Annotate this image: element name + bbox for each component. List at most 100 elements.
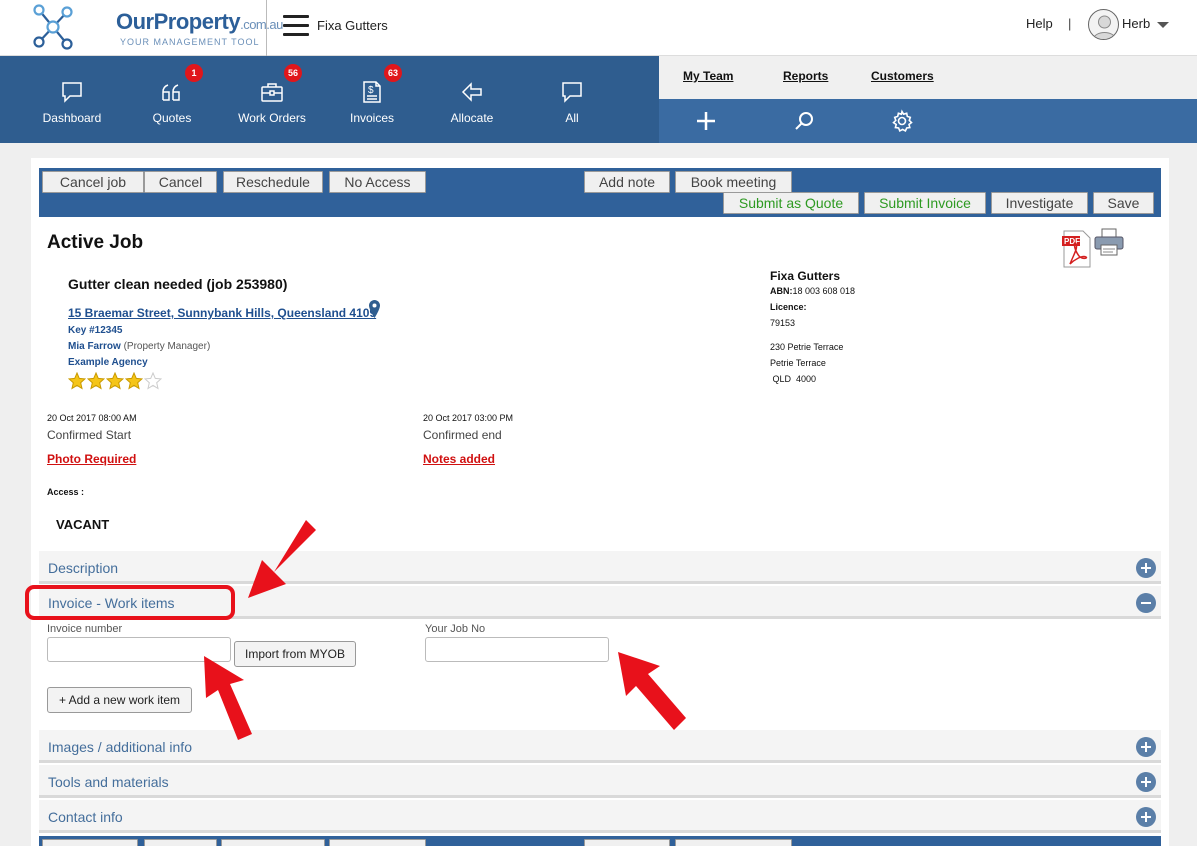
cancel-button-bottom[interactable] [144,839,217,846]
end-label: Confirmed end [423,428,502,442]
tools-materials-section[interactable]: Tools and materials [39,765,1161,798]
user-name[interactable]: Herb [1122,16,1150,31]
pdf-icon[interactable]: PDF [1062,230,1092,268]
company-title: Fixa Gutters [317,18,388,33]
plus-icon[interactable] [694,109,718,133]
expand-plus-icon[interactable] [1136,558,1156,578]
company-name: Fixa Gutters [770,269,841,283]
licence-label: Licence: [770,302,807,312]
book-meeting-button[interactable]: Book meeting [675,171,792,193]
annotation-arrow-icon [618,652,686,730]
nav-allocate[interactable]: Allocate [432,56,512,143]
invoice-number-label: Invoice number [47,623,123,635]
nav-label: Invoices [349,111,395,125]
quote-marks-icon [162,84,180,101]
manager-name[interactable]: Mia Farrow [68,341,121,352]
property-address-link[interactable]: 15 Braemar Street, Sunnybank Hills, Quee… [68,306,376,320]
logo-main-text: OurProperty [116,9,241,34]
submit-invoice-button[interactable]: Submit Invoice [864,192,986,214]
start-label: Confirmed Start [47,428,132,442]
map-pin-icon[interactable] [369,300,380,318]
printer-icon[interactable] [1094,228,1124,256]
annotation-highlight-ring [25,585,235,620]
submit-as-quote-button[interactable]: Submit as Quote [723,192,859,214]
work-orders-badge: 56 [284,64,303,82]
reschedule-button[interactable]: Reschedule [223,171,323,193]
hamburger-menu-icon[interactable] [283,15,309,37]
no-access-button-bottom[interactable] [329,839,426,846]
logo-domain-text: .com.au [240,17,283,32]
quotes-badge: 1 [185,64,203,82]
secondary-nav: My Team Reports Customers [659,56,1197,99]
gear-icon[interactable] [890,109,914,133]
user-avatar-icon[interactable] [1088,9,1119,40]
notes-added-link[interactable]: Notes added [423,452,495,466]
chat-bubble-icon [62,82,82,103]
invoices-badge: 63 [384,64,403,82]
header-divider [266,0,267,56]
description-section[interactable]: Description [39,551,1161,584]
bottom-action-bar [39,836,1161,846]
nav-label: All [565,111,579,125]
nav-label: Work Orders [238,111,306,125]
annotation-arrow-icon [204,656,252,740]
help-link[interactable]: Help [1026,16,1053,31]
manager-role: (Property Manager) [123,341,211,352]
add-work-item-button[interactable]: + Add a new work item [47,687,192,713]
svg-text:PDF: PDF [1064,237,1080,246]
star-filled-icon [106,372,124,390]
reports-link[interactable]: Reports [783,69,828,83]
licence-number: 79153 [770,318,796,328]
page-title: Active Job [47,232,144,253]
cancel-button[interactable]: Cancel [144,171,217,193]
rating-stars [68,372,163,390]
nav-invoices[interactable]: $ 63 Invoices [332,56,412,143]
expand-plus-icon[interactable] [1136,807,1156,827]
photo-required-link[interactable]: Photo Required [47,452,136,466]
agency-name: Example Agency [68,357,148,368]
chevron-down-icon[interactable] [1157,22,1169,28]
reschedule-button-bottom[interactable] [221,839,325,846]
cancel-job-button[interactable]: Cancel job [42,171,144,193]
star-filled-icon [125,372,143,390]
cancel-job-button-bottom[interactable] [42,839,138,846]
arrow-left-icon [461,82,482,102]
search-icon[interactable] [792,109,816,133]
star-empty-icon [144,372,162,390]
nav-label: Allocate [450,111,494,125]
invoice-icon: $ [363,81,381,103]
customers-link[interactable]: Customers [871,69,934,83]
expand-plus-icon[interactable] [1136,737,1156,757]
ourproperty-logo[interactable]: OurProperty.com.au YOUR MANAGEMENT TOOL [30,3,283,53]
job-action-bar: Cancel job Cancel Reschedule No Access A… [39,168,1161,217]
annotation-arrow-icon [248,520,316,598]
nav-dashboard[interactable]: Dashboard [32,56,112,143]
my-team-link[interactable]: My Team [683,69,733,83]
access-label: Access : [47,487,85,497]
property-manager: Mia Farrow (Property Manager) [68,341,210,352]
star-filled-icon [68,372,86,390]
expand-plus-icon[interactable] [1136,772,1156,792]
section-title: Tools and materials [48,774,169,790]
contact-info-section[interactable]: Contact info [39,800,1161,833]
tool-bar [659,99,1197,143]
company-address-line2: Petrie Terrace [770,358,826,368]
nav-quotes[interactable]: 1 Quotes [132,56,212,143]
start-datetime: 20 Oct 2017 08:00 AM [47,413,137,423]
save-button[interactable]: Save [1093,192,1154,214]
investigate-button[interactable]: Investigate [991,192,1088,214]
nav-all[interactable]: All [532,56,612,143]
section-title: Description [48,560,119,576]
book-meeting-button-bottom[interactable] [675,839,792,846]
no-access-button[interactable]: No Access [329,171,426,193]
job-number-label: Your Job No [425,623,486,635]
collapse-minus-icon[interactable] [1136,593,1156,613]
section-title: Contact info [48,809,123,825]
add-note-button-bottom[interactable] [584,839,670,846]
end-datetime: 20 Oct 2017 03:00 PM [423,413,514,423]
job-number-input[interactable] [425,637,609,662]
add-note-button[interactable]: Add note [584,171,670,193]
section-title: Images / additional info [48,739,192,755]
nav-work-orders[interactable]: 56 Work Orders [232,56,312,143]
access-value: VACANT [56,517,110,532]
